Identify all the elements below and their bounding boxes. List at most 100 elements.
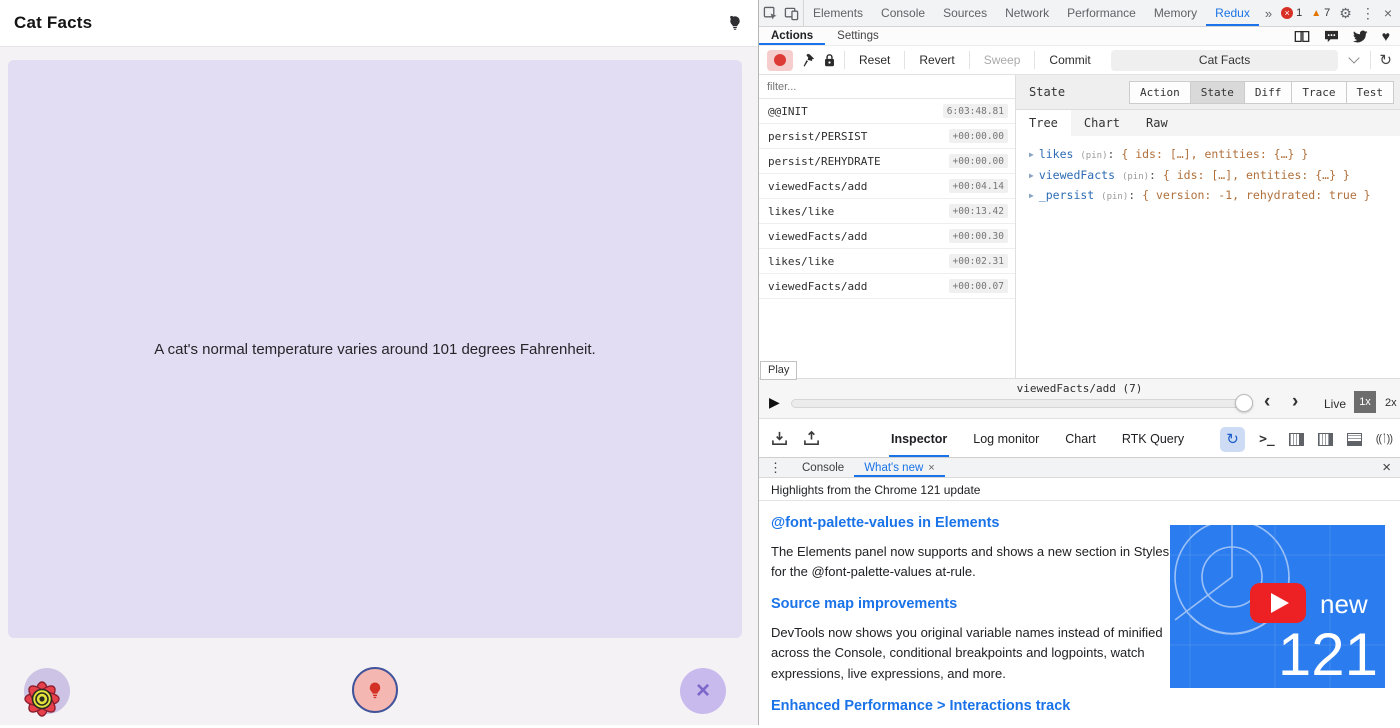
action-row[interactable]: @@INIT 6:03:48.81: [759, 99, 1015, 124]
tab-action[interactable]: Action: [1129, 81, 1191, 104]
action-row[interactable]: likes/like +00:02.31: [759, 249, 1015, 274]
drawer-kebab-icon[interactable]: ⋮: [759, 458, 792, 477]
slider-thumb[interactable]: [1235, 394, 1253, 412]
action-name: likes/like: [768, 255, 834, 268]
filter-row: [759, 75, 1015, 99]
subtab-tree[interactable]: Tree: [1016, 110, 1071, 136]
dispatcher-terminal-icon[interactable]: >_: [1259, 432, 1275, 447]
tab-drawer-console[interactable]: Console: [792, 458, 854, 477]
section-link-performance[interactable]: Enhanced Performance > Interactions trac…: [771, 698, 1388, 714]
warning-icon: ▲: [1311, 8, 1321, 19]
tab-settings[interactable]: Settings: [825, 27, 891, 45]
whats-new-content: @font-palette-values in Elements The Ele…: [759, 501, 1400, 725]
tab-elements[interactable]: Elements: [804, 0, 872, 26]
action-row[interactable]: likes/like +00:13.42: [759, 199, 1015, 224]
settings-gear-icon[interactable]: ⚙: [1339, 6, 1352, 20]
dock-left-icon[interactable]: [1289, 433, 1304, 446]
tab-inspector[interactable]: Inspector: [889, 421, 949, 457]
redux-panel-tab-bar: Actions Settings ♥: [759, 27, 1400, 46]
action-row[interactable]: persist/REHYDRATE +00:00.00: [759, 149, 1015, 174]
whats-new-video-thumbnail[interactable]: new 121: [1170, 525, 1385, 688]
commit-button[interactable]: Commit: [1043, 53, 1096, 67]
tab-state[interactable]: State: [1190, 81, 1245, 104]
dock-right-icon[interactable]: [1318, 433, 1333, 446]
devtools-tab-bar: Elements Console Sources Network Perform…: [759, 0, 1400, 27]
tree-node-persist[interactable]: ▶_persist (pin): { version: -1, rehydrat…: [1029, 186, 1400, 207]
tree-node-viewedfacts[interactable]: ▶viewedFacts (pin): { ids: […], entities…: [1029, 166, 1400, 187]
subtab-chart[interactable]: Chart: [1071, 110, 1133, 136]
step-back-icon[interactable]: ‹: [1264, 392, 1270, 411]
tab-test[interactable]: Test: [1346, 81, 1395, 104]
tab-log-monitor[interactable]: Log monitor: [971, 421, 1041, 457]
kebab-menu-icon[interactable]: ⋮: [1361, 6, 1375, 20]
expand-arrow-icon[interactable]: ▶: [1029, 150, 1034, 159]
pin-label[interactable]: (pin): [1080, 151, 1107, 161]
feedback-chat-icon[interactable]: [1324, 30, 1339, 43]
pin-label[interactable]: (pin): [1101, 192, 1128, 202]
filter-input[interactable]: [767, 81, 1007, 93]
tab-performance[interactable]: Performance: [1058, 0, 1145, 26]
drawer-close-icon[interactable]: ×: [1373, 458, 1400, 477]
action-row[interactable]: viewedFacts/add +00:00.30: [759, 224, 1015, 249]
warning-badge[interactable]: ▲ 7: [1311, 7, 1330, 19]
tab-sources[interactable]: Sources: [934, 0, 996, 26]
player-bar: viewedFacts/add (7) ▶ ‹ › Live 1x 2x: [759, 378, 1400, 418]
step-forward-icon[interactable]: ›: [1292, 392, 1298, 411]
more-tabs-icon[interactable]: »: [1259, 0, 1278, 26]
error-badge[interactable]: × 1: [1281, 7, 1302, 19]
subtab-raw[interactable]: Raw: [1133, 110, 1181, 136]
docs-book-icon[interactable]: [1294, 30, 1310, 43]
devtools-close-icon[interactable]: ×: [1384, 6, 1392, 20]
import-icon[interactable]: [771, 430, 788, 447]
tab-redux[interactable]: Redux: [1206, 0, 1259, 26]
chevron-down-icon[interactable]: [1349, 52, 1360, 63]
twitter-bird-icon[interactable]: [1353, 30, 1368, 43]
tab-trace[interactable]: Trace: [1291, 81, 1346, 104]
sponsor-heart-icon[interactable]: ♥: [1382, 29, 1390, 43]
tab-diff[interactable]: Diff: [1244, 81, 1293, 104]
expand-arrow-icon[interactable]: ▶: [1029, 191, 1034, 200]
sweep-button[interactable]: Sweep: [978, 53, 1027, 67]
dock-bottom-icon[interactable]: [1347, 433, 1362, 446]
like-button[interactable]: [352, 667, 398, 713]
device-toolbar-icon[interactable]: [784, 6, 799, 21]
action-row[interactable]: viewedFacts/add +00:04.14: [759, 174, 1015, 199]
tab-memory[interactable]: Memory: [1145, 0, 1206, 26]
inspect-element-icon[interactable]: [763, 6, 778, 21]
reset-button[interactable]: Reset: [853, 53, 896, 67]
dismiss-button[interactable]: ×: [680, 668, 726, 714]
speed-2x-button[interactable]: 2x: [1385, 397, 1397, 409]
whats-new-header: Highlights from the Chrome 121 update: [759, 479, 1400, 501]
tree-node-likes[interactable]: ▶likes (pin): { ids: […], entities: {…} …: [1029, 145, 1400, 166]
remote-broadcast-icon[interactable]: ((ᛙ)): [1376, 433, 1392, 445]
speed-1x-button[interactable]: 1x: [1354, 391, 1376, 413]
tab-close-icon[interactable]: ×: [928, 462, 934, 474]
pin-icon[interactable]: [801, 53, 815, 68]
youtube-play-icon: [1250, 583, 1306, 623]
revert-button[interactable]: Revert: [913, 53, 960, 67]
instance-selector[interactable]: Cat Facts: [1111, 50, 1339, 71]
lightbulb-icon[interactable]: [726, 14, 744, 32]
lock-icon[interactable]: [823, 53, 836, 68]
video-new-label: new: [1320, 589, 1368, 619]
record-button[interactable]: [767, 50, 793, 71]
tab-actions[interactable]: Actions: [759, 27, 825, 45]
play-button[interactable]: ▶: [769, 395, 780, 409]
timeline-slider[interactable]: [791, 399, 1251, 408]
autoselect-loop-icon[interactable]: ↻: [1220, 427, 1245, 452]
action-time: +00:13.42: [949, 204, 1008, 218]
action-row[interactable]: persist/PERSIST +00:00.00: [759, 124, 1015, 149]
expand-arrow-icon[interactable]: ▶: [1029, 171, 1034, 180]
tab-whats-new[interactable]: What's new ×: [854, 458, 945, 477]
cat-facts-app: Cat Facts A cat's normal temperature var…: [0, 0, 758, 725]
live-button[interactable]: Live: [1324, 397, 1346, 411]
pin-label[interactable]: (pin): [1122, 172, 1149, 182]
red-lightbulb-icon: [365, 680, 385, 700]
refresh-icon[interactable]: ↻: [1379, 51, 1392, 69]
tab-network[interactable]: Network: [996, 0, 1058, 26]
action-row[interactable]: viewedFacts/add +00:00.07: [759, 274, 1015, 299]
export-icon[interactable]: [803, 430, 820, 447]
tab-rtk-query[interactable]: RTK Query: [1120, 421, 1186, 457]
tab-chart[interactable]: Chart: [1063, 421, 1098, 457]
tab-console[interactable]: Console: [872, 0, 934, 26]
